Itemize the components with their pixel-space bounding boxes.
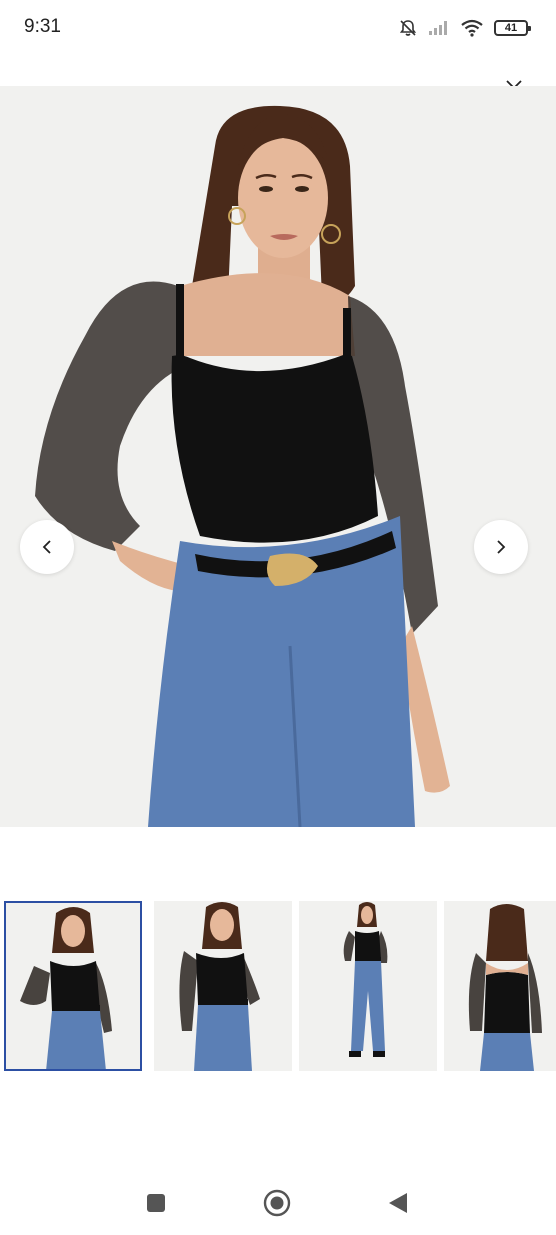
recents-square-icon: [147, 1194, 165, 1212]
home-circle-icon: [263, 1189, 291, 1217]
signal-icon: [428, 20, 450, 36]
system-nav-bar: [0, 1170, 556, 1235]
status-icons: 41: [398, 16, 531, 40]
back-button[interactable]: [383, 1188, 413, 1218]
thumbnail-4[interactable]: [444, 901, 556, 1071]
mute-bell-icon: [398, 18, 418, 38]
thumbnail-image: [299, 901, 437, 1071]
thumbnail-image: [154, 901, 292, 1071]
chevron-left-icon: [42, 540, 51, 554]
chevron-right-icon: [497, 540, 506, 554]
model-photo: [0, 86, 556, 827]
thumbnail-strip: [0, 901, 556, 1071]
next-image-button[interactable]: [474, 520, 528, 574]
thumbnail-3[interactable]: [299, 901, 437, 1071]
back-triangle-icon: [389, 1193, 407, 1213]
thumbnail-image: [4, 901, 142, 1071]
home-button[interactable]: [262, 1188, 292, 1218]
wifi-icon: [460, 19, 484, 37]
battery-level: 41: [504, 21, 518, 34]
thumbnail-image: [444, 901, 556, 1071]
thumbnail-1[interactable]: [4, 901, 142, 1071]
previous-image-button[interactable]: [20, 520, 74, 574]
recents-button[interactable]: [141, 1188, 171, 1218]
main-product-image[interactable]: [0, 86, 556, 827]
status-bar: 9:31 41: [0, 0, 556, 56]
battery-icon: 41: [494, 20, 531, 36]
thumbnail-2[interactable]: [154, 901, 292, 1071]
status-time: 9:31: [24, 16, 61, 37]
